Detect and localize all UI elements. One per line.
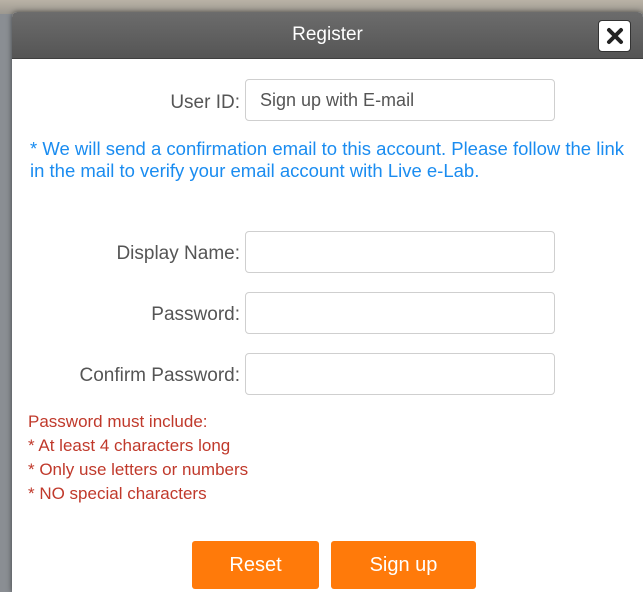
confirm-password-input[interactable]: [245, 353, 555, 395]
user-id-input[interactable]: [245, 79, 555, 121]
confirmation-notice: * We will send a confirmation email to t…: [30, 138, 624, 181]
sign-up-button[interactable]: Sign up: [331, 541, 476, 589]
password-rules: Password must include: * At least 4 char…: [28, 410, 628, 506]
reset-button[interactable]: Reset: [192, 541, 319, 589]
password-input[interactable]: [245, 292, 555, 334]
display-name-input[interactable]: [245, 231, 555, 273]
password-rules-heading: Password must include:: [28, 412, 208, 431]
dialog-titlebar: Register: [12, 12, 643, 59]
display-name-label: Display Name:: [116, 243, 240, 264]
confirm-password-label: Confirm Password:: [79, 365, 241, 386]
dialog-title: Register: [292, 24, 363, 45]
user-id-label: User ID:: [170, 92, 240, 113]
password-rule-item: * NO special characters: [28, 484, 207, 503]
password-rule-item: * Only use letters or numbers: [28, 460, 249, 479]
password-rule-item: * At least 4 characters long: [28, 436, 231, 455]
close-button[interactable]: [598, 20, 631, 52]
password-label: Password:: [151, 304, 240, 325]
register-dialog: Register User ID: * We will send a confi…: [12, 12, 643, 592]
